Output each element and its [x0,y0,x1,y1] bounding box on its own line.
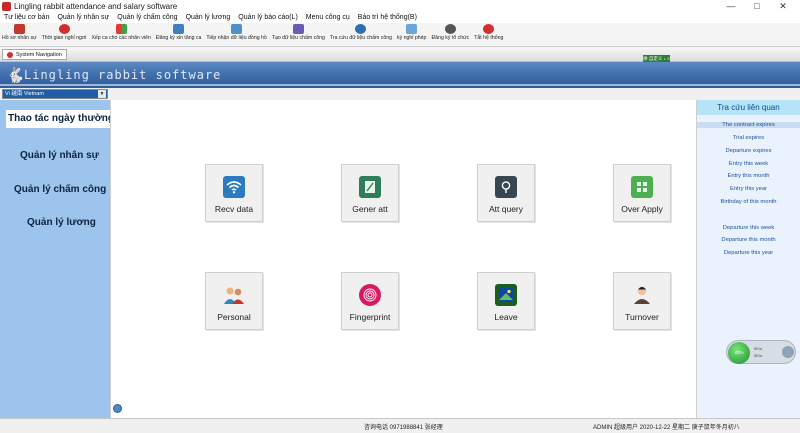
status-bar: 咨询电话 0971988841 张经理 ADMIN 超级用户 2020-12-2… [0,418,800,433]
upload-speed: 0K/s [754,346,763,351]
brand-name: Lingling rabbit software [24,68,222,82]
toolbar-overtime-button[interactable]: Đăng ký xin tăng ca [156,23,201,41]
menu-bar: Tư liệu cơ bản Quản lý nhân sự Quản lý c… [0,12,800,23]
language-value: Vi 越南 Vietnam [5,91,44,97]
search-icon [355,24,367,34]
download-speed: 0K/s [754,353,763,358]
link-entry-this-month[interactable]: Entry this month [697,173,800,179]
navigation-strip: System Navigation 拼 自定义 ♪ ≡ [0,47,800,62]
menu-salary[interactable]: Quản lý lương [186,14,231,21]
toolbar-shift-schedule-button[interactable]: Xếp ca cho các nhân viên [91,23,151,41]
left-nav-attendance[interactable]: Quản lý chấm công [14,184,106,195]
fingerprint-icon [359,284,381,306]
tile-personal[interactable]: Personal [205,272,263,330]
link-departure-expires[interactable]: Departure expires [697,148,800,154]
toolbar-organization-button[interactable]: Đăng ký tổ chức [431,23,469,41]
maximize-button[interactable]: □ [744,0,770,12]
memory-usage-ball: 43% [728,342,750,364]
person-icon [444,24,456,34]
rocket-icon[interactable] [782,346,794,358]
menu-system-maintenance[interactable]: Bảo trì hệ thống(B) [358,14,417,21]
clock-device-icon [231,24,243,34]
clock-icon [58,24,70,34]
tile-over-apply[interactable]: Over Apply [613,164,671,222]
user-date-status: ADMIN 超级用户 2020-12-22 星期二 庚子鼠年冬月初八 [593,425,740,431]
menu-personnel[interactable]: Quản lý nhân sự [57,14,109,21]
link-entry-this-week[interactable]: Entry this week [697,161,800,167]
link-departure-this-year[interactable]: Departure this year [697,250,800,256]
window-title: Lingling rabbit attendance and salary so… [14,1,178,11]
menu-basic-data[interactable]: Tư liệu cơ bản [4,14,49,21]
tile-leave[interactable]: Leave [477,272,535,330]
toolbar-personnel-records-button[interactable]: Hồ sơ nhân sự [2,23,37,41]
toolbar-receive-clock-data-button[interactable]: Tiếp nhận dữ liệu đồng hồ [206,23,267,41]
calculator-icon [631,176,653,198]
schedule-grid-icon [115,24,127,34]
menu-attendance[interactable]: Quản lý chấm công [117,14,177,21]
help-icon[interactable] [113,404,122,413]
minimize-button[interactable]: — [718,0,744,12]
title-bar: Lingling rabbit attendance and salary so… [0,0,800,12]
window-controls: — □ ✕ [718,0,796,12]
toolbar-rest-time-button[interactable]: Thời gian nghỉ ngơi [42,23,86,41]
person-icon [631,284,653,306]
menu-tools[interactable]: Menu công cụ [306,14,350,21]
related-search-title: Tra cứu liên quan [697,100,800,115]
toolbar-attendance-query-button[interactable]: Tra cứu dữ liệu chấm công [330,23,392,41]
tile-fingerprint[interactable]: Fingerprint [341,272,399,330]
support-phone: 咨询电话 0971988841 张经理 [364,425,443,431]
toolbar-shutdown-button[interactable]: Tắt hệ thống [474,23,503,41]
leave-icon [406,24,418,34]
leave-icon [495,284,517,306]
link-contract-expires[interactable]: The contract expires [697,122,800,128]
toolbar-generate-attendance-button[interactable]: Tạo dữ liệu chấm công [272,23,325,41]
tile-att-query[interactable]: Att query [477,164,535,222]
menu-reports[interactable]: Quản lý báo cáo(L) [238,14,298,21]
language-select[interactable]: Vi 越南 Vietnam ▼ [2,89,108,99]
related-search-panel: Tra cứu liên quan The contract expires T… [697,100,800,418]
people-icon [13,24,25,34]
close-button[interactable]: ✕ [770,0,796,12]
left-nav-personnel[interactable]: Quản lý nhân sự [20,150,99,161]
navigation-icon [7,51,13,58]
tile-turnover[interactable]: Turnover [613,272,671,330]
main-tile-area: Recv data Gener att Att query Over Apply… [110,100,697,418]
tile-recv-data[interactable]: Recv data [205,164,263,222]
generate-icon [292,24,304,34]
network-speed: 0K/s 0K/s [754,345,762,359]
magnifier-icon [495,176,517,198]
banner-divider [0,84,800,86]
rabbit-icon: 🐇 [6,67,25,84]
chevron-down-icon[interactable]: ▼ [98,90,106,98]
power-icon [483,24,495,34]
people-icon [223,284,245,306]
ime-indicator[interactable]: 拼 自定义 ♪ ≡ [643,55,670,62]
overtime-icon [173,24,185,34]
link-departure-this-week[interactable]: Departure this week [697,225,800,231]
speed-monitor-widget[interactable]: 43% 0K/s 0K/s [726,340,796,364]
brand-banner: 🐇 Lingling rabbit software [0,62,800,88]
app-icon [2,1,11,11]
link-trial-expires[interactable]: Trial expires [697,135,800,141]
wifi-icon [223,176,245,198]
tab-system-navigation[interactable]: System Navigation [2,49,67,60]
toolbar-leave-button[interactable]: ký nghỉ phép [397,23,426,41]
left-nav-salary[interactable]: Quản lý lương [27,217,96,228]
document-icon [359,176,381,198]
link-departure-this-month[interactable]: Departure this month [697,237,800,243]
left-nav: Thao tác ngày thường Quản lý nhân sự Quả… [0,100,114,418]
language-bar: Vi 越南 Vietnam ▼ [0,88,800,100]
link-entry-this-year[interactable]: Entry this year [697,186,800,192]
tile-gener-att[interactable]: Gener att [341,164,399,222]
left-nav-daily-operations[interactable]: Thao tác ngày thường [6,110,114,128]
link-birthday-this-month[interactable]: Birthday of this month [697,199,800,205]
toolbar: Hồ sơ nhân sự Thời gian nghỉ ngơi Xếp ca… [0,23,800,47]
